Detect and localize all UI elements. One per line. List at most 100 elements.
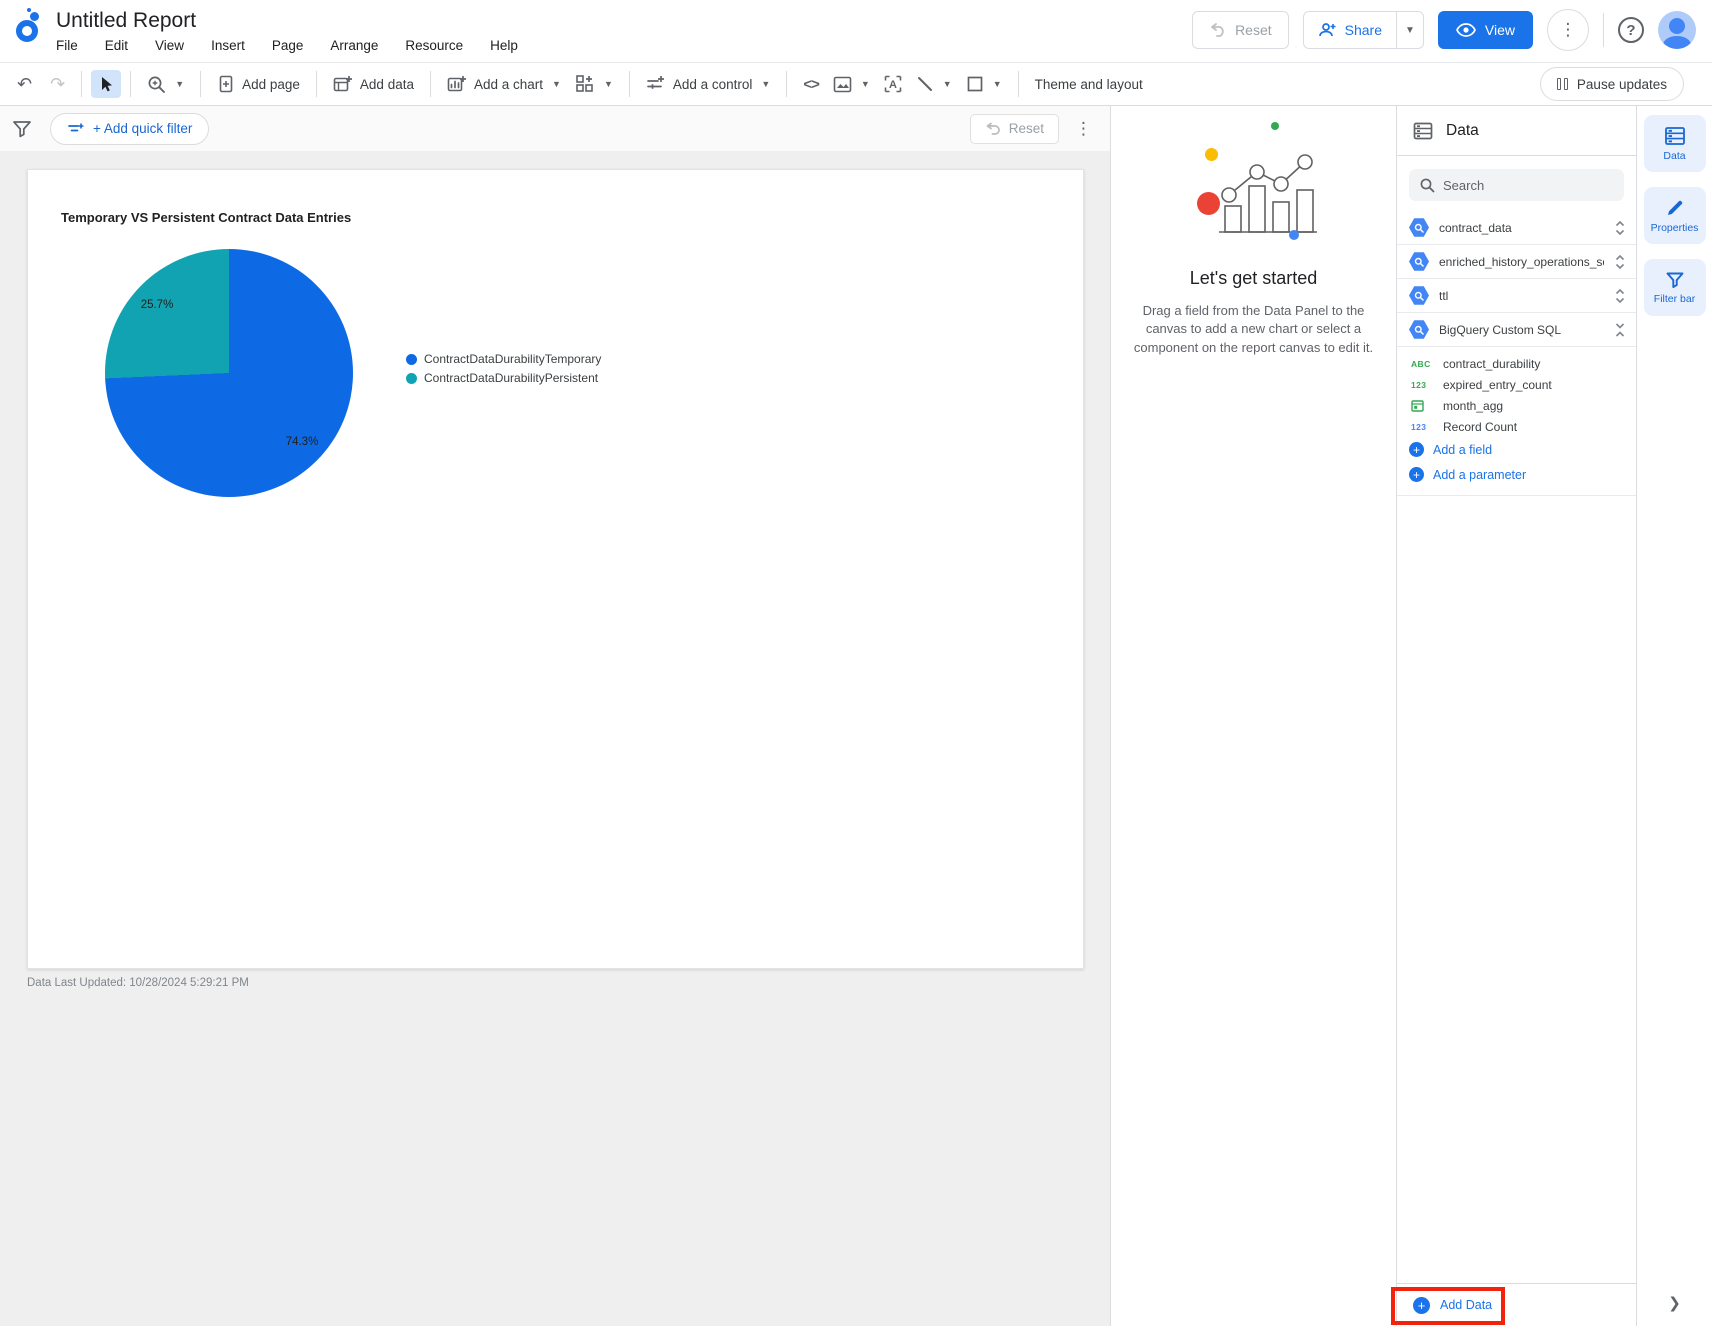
pause-updates-button[interactable]: Pause updates	[1539, 67, 1684, 101]
tab-properties[interactable]: Properties	[1643, 187, 1706, 244]
report-title[interactable]: Untitled Report	[56, 8, 518, 34]
insert-shape-button[interactable]: ▼	[959, 70, 1009, 98]
plus-circle-icon: +	[1413, 1296, 1430, 1314]
report-page[interactable]: Temporary VS Persistent Contract Data En…	[27, 169, 1084, 969]
unfold-more-icon[interactable]	[1614, 220, 1626, 236]
add-data-button[interactable]: + Add Data	[1397, 1284, 1508, 1326]
menu-view[interactable]: View	[155, 38, 184, 53]
add-community-widget-button[interactable]: ▼	[568, 70, 620, 99]
data-source-contract-data[interactable]: contract_data	[1397, 211, 1636, 245]
menu-file[interactable]: File	[56, 38, 78, 53]
url-embed-button[interactable]: <>	[796, 71, 826, 98]
data-source-ttl[interactable]: ttl	[1397, 279, 1636, 313]
add-control-button[interactable]: Add a control ▼	[639, 70, 777, 98]
add-chart-button[interactable]: Add a chart ▼	[440, 70, 568, 99]
number-type-icon: 123	[1411, 379, 1427, 390]
share-options-caret[interactable]: ▼	[1396, 12, 1423, 48]
filter-funnel-icon	[12, 120, 32, 138]
reset-filters-button[interactable]: Reset	[969, 113, 1059, 144]
image-icon	[833, 76, 852, 93]
chevron-down-icon: ▼	[175, 79, 185, 89]
zoom-tool-button[interactable]: ▼	[140, 70, 191, 99]
filter-list-icon	[67, 122, 85, 136]
pencil-icon	[1665, 198, 1685, 218]
unfold-more-icon[interactable]	[1614, 254, 1626, 270]
reset-report-button[interactable]: Reset	[1192, 11, 1289, 49]
unfold-less-icon[interactable]	[1614, 322, 1626, 338]
number-type-icon: 123	[1411, 421, 1427, 432]
theme-and-layout-button[interactable]: Theme and layout	[1028, 72, 1150, 97]
report-canvas-area: Temporary VS Persistent Contract Data En…	[0, 151, 1110, 1326]
add-quick-filter-button[interactable]: + Add quick filter	[50, 112, 210, 145]
code-icon: <>	[803, 75, 820, 93]
search-icon	[1419, 177, 1435, 193]
right-rail: Data Properties Filter bar ❯	[1636, 106, 1712, 1326]
undo-button[interactable]: ↶	[10, 69, 39, 100]
field-contract-durability[interactable]: ABC contract_durability	[1397, 353, 1636, 374]
field-record-count[interactable]: 123 Record Count	[1397, 416, 1636, 437]
pie-chart[interactable]: 74.3% 25.7%	[105, 249, 353, 497]
header-divider	[1603, 13, 1604, 47]
add-a-field-button[interactable]: + Add a field	[1397, 437, 1636, 462]
yellow-dot	[1204, 148, 1218, 161]
add-data-button-toolbar[interactable]: Add data	[326, 70, 421, 99]
tab-data[interactable]: Data	[1643, 115, 1706, 172]
legend-item: ContractDataDurabilityPersistent	[406, 371, 601, 385]
menu-help[interactable]: Help	[490, 38, 518, 53]
insert-text-button[interactable]: A	[877, 70, 909, 98]
avatar[interactable]	[1658, 11, 1696, 49]
menu-edit[interactable]: Edit	[105, 38, 128, 53]
shape-icon	[966, 75, 984, 93]
share-button-group: Share ▼	[1302, 11, 1424, 49]
menu-resource[interactable]: Resource	[405, 38, 463, 53]
insert-image-button[interactable]: ▼	[826, 71, 877, 98]
pause-icon	[1556, 78, 1568, 90]
select-tool-button[interactable]	[91, 70, 122, 98]
chart-title: Temporary VS Persistent Contract Data En…	[61, 210, 352, 225]
data-search-box[interactable]	[1409, 169, 1624, 201]
text-type-icon: ABC	[1411, 358, 1431, 369]
redo-button[interactable]: ↷	[43, 69, 72, 100]
bigquery-source-icon	[1409, 320, 1429, 339]
data-source-enriched-history-operations[interactable]: enriched_history_operations_sorob...	[1397, 245, 1636, 279]
add-chart-icon	[447, 75, 467, 94]
add-data-icon	[333, 75, 353, 94]
data-source-bigquery-custom-sql[interactable]: BigQuery Custom SQL	[1397, 313, 1636, 347]
calendar-type-icon	[1411, 399, 1435, 412]
legend-dot-persistent	[406, 372, 417, 384]
toolbar: ↶ ↷ ▼ Add page Add data Add a chart ▼ ▼ …	[0, 62, 1712, 106]
chart-doodle-illustration	[1159, 120, 1349, 260]
add-a-parameter-button[interactable]: + Add a parameter	[1397, 462, 1636, 487]
add-page-button[interactable]: Add page	[210, 70, 307, 99]
filter-bar-more-button[interactable]: ⋮	[1069, 119, 1098, 139]
pie-slice-label-persistent: 25.7%	[140, 299, 174, 311]
menu-arrange[interactable]: Arrange	[330, 38, 378, 53]
legend-dot-temporary	[406, 353, 417, 365]
data-panel-footer: + Add Data	[1391, 1283, 1636, 1326]
share-button[interactable]: Share	[1304, 12, 1396, 48]
brand: Untitled Report File Edit View Insert Pa…	[14, 8, 518, 53]
getting-started-panel: Let's get started Drag a field from the …	[1110, 106, 1396, 1326]
view-button[interactable]: View	[1437, 11, 1533, 49]
bigquery-source-icon	[1409, 218, 1429, 237]
undo-icon	[985, 122, 1001, 135]
menu-bar: File Edit View Insert Page Arrange Resou…	[56, 38, 518, 53]
tab-filter-bar[interactable]: Filter bar	[1643, 259, 1706, 316]
data-panel-title: Data	[1446, 121, 1479, 139]
text-box-icon: A	[884, 75, 902, 93]
chevron-down-icon: ▼	[552, 79, 561, 89]
more-options-button[interactable]: ⋮	[1547, 9, 1589, 51]
menu-page[interactable]: Page	[272, 38, 304, 53]
unfold-more-icon[interactable]	[1614, 288, 1626, 304]
field-month-agg[interactable]: month_agg	[1397, 395, 1636, 416]
insert-line-button[interactable]: ▼	[909, 70, 959, 98]
collapse-panel-chevron[interactable]: ❯	[1668, 1294, 1681, 1312]
magnifier-icon	[147, 75, 166, 94]
search-input[interactable]	[1443, 177, 1603, 193]
field-expired-entry-count[interactable]: 123 expired_entry_count	[1397, 374, 1636, 395]
chevron-down-icon: ▼	[761, 79, 771, 89]
menu-insert[interactable]: Insert	[211, 38, 245, 53]
svg-text:A: A	[889, 79, 897, 91]
help-button[interactable]: ?	[1618, 17, 1644, 43]
eye-icon	[1455, 23, 1476, 37]
